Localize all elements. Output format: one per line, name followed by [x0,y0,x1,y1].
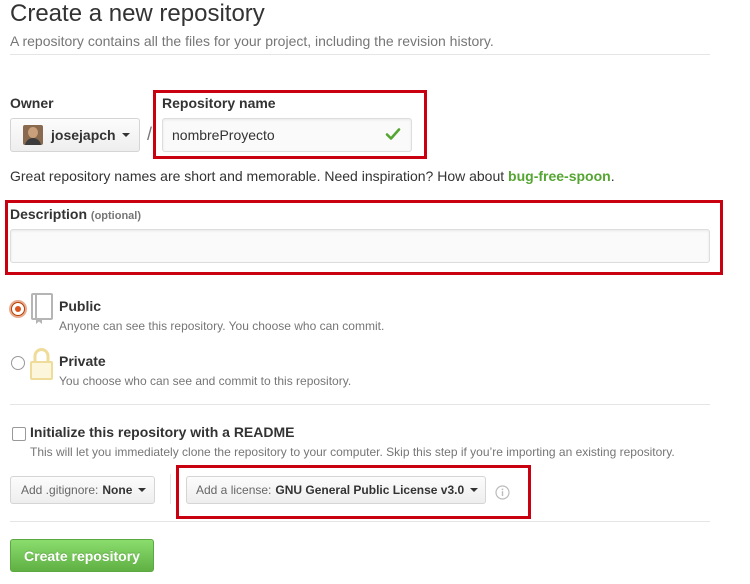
section-divider [10,404,710,405]
gitignore-label: Add .gitignore: [21,483,99,497]
owner-repo-separator: / [147,124,153,144]
hint-suffix: . [610,168,615,184]
public-desc: Anyone can see this repository. You choo… [59,319,385,333]
repo-book-icon [31,293,53,324]
public-title: Public [59,298,102,314]
hint-text: Great repository names are short and mem… [10,168,509,184]
suggestion-link[interactable]: bug-free-spoon [508,168,611,184]
create-repository-button[interactable]: Create repository [10,539,154,572]
readme-desc: This will let you immediately clone the … [30,445,675,459]
public-radio[interactable] [11,302,25,316]
gitignore-value: None [102,483,133,497]
private-desc: You choose who can see and commit to thi… [59,374,352,388]
private-radio[interactable] [11,356,25,370]
footer-divider [10,521,710,522]
caret-down-icon [121,133,130,137]
highlight-box-description [5,200,723,275]
readme-label[interactable]: Initialize this repository with a README [30,424,294,440]
caret-down-icon [138,488,147,492]
repo-name-hint: Great repository names are short and mem… [10,168,615,184]
private-title: Private [59,353,106,369]
lock-icon [30,348,53,380]
options-separator [170,474,171,504]
owner-username: josejapch [51,127,116,143]
avatar [23,125,43,145]
header-divider [10,54,710,55]
page-subtitle: A repository contains all the files for … [10,33,494,49]
page-title: Create a new repository [10,0,265,27]
owner-label: Owner [10,95,54,111]
gitignore-select-button[interactable]: Add .gitignore: None [10,476,155,504]
highlight-box-repo-name [153,90,427,159]
owner-select-button[interactable]: josejapch [10,118,140,152]
readme-checkbox[interactable] [12,427,26,441]
highlight-box-license [176,465,531,519]
